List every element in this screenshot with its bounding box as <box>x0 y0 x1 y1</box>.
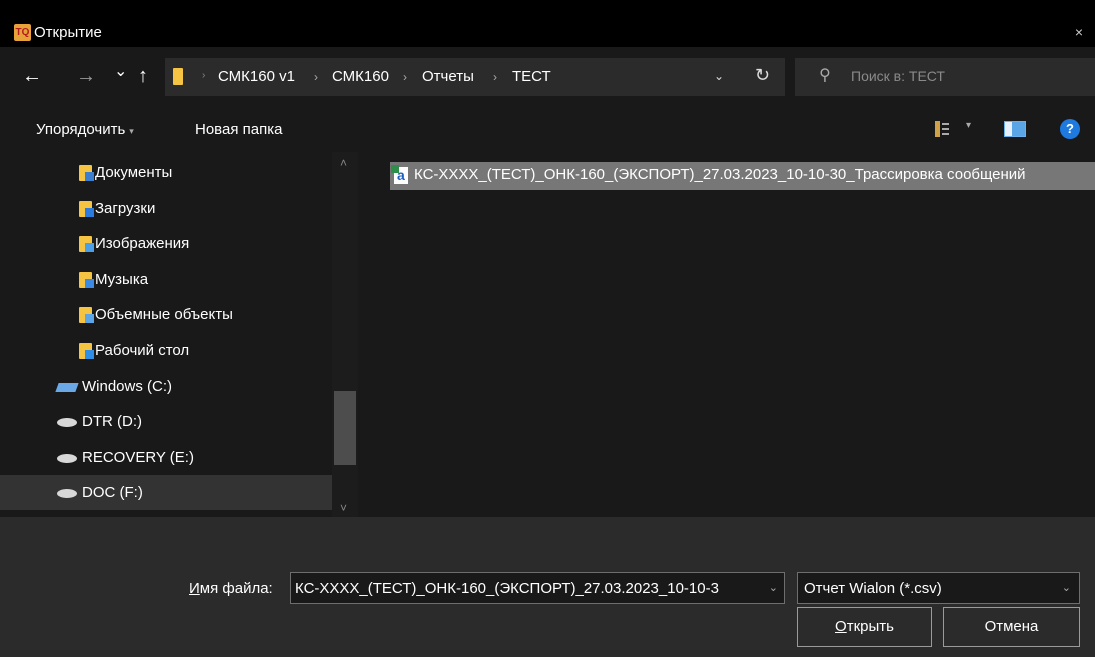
drive-icon <box>57 418 77 428</box>
sidebar-item-label: Документы <box>95 164 173 181</box>
filename-value: КС-XXXX_(ТЕСТ)_ОНК-160_(ЭКСПОРТ)_27.03.2… <box>295 580 719 597</box>
folder-icon <box>173 68 183 85</box>
scroll-thumb[interactable] <box>334 391 356 465</box>
forward-arrow-icon[interactable]: → <box>76 65 96 88</box>
search-icon: ⚲ <box>819 67 831 84</box>
breadcrumb-item[interactable]: СМК160 <box>332 68 389 85</box>
sidebar-item-label: Изображения <box>95 235 190 253</box>
sidebar-item-label: DTR (D:) <box>82 413 142 431</box>
sidebar-item-label: Загрузки <box>95 199 156 217</box>
sidebar-item-label: Рабочий стол <box>95 342 190 359</box>
open-button[interactable]: Открыть <box>797 607 932 647</box>
breadcrumb-item[interactable]: ТЕСТ <box>512 68 551 85</box>
breadcrumb-chevron-icon[interactable]: › <box>403 70 407 84</box>
filetype-value: Отчет Wialon (*.csv) <box>804 580 942 597</box>
sidebar-item-label: Музыка <box>95 270 149 288</box>
sidebar-item[interactable]: RECOVERY (E:) <box>0 440 332 475</box>
sidebar-item-label: Объемные объекты <box>95 306 233 324</box>
view-dropdown-icon[interactable]: ▾ <box>966 120 971 131</box>
title-bar: TQ Открытие × <box>0 0 1095 47</box>
sidebar-item[interactable]: Windows (C:) <box>0 369 332 404</box>
drive-icon <box>57 453 77 463</box>
address-dropdown-icon[interactable]: ⌄ <box>714 69 724 83</box>
recent-locations-chevron-icon[interactable]: ⌄ <box>114 61 127 81</box>
search-placeholder: Поиск в: ТЕСТ <box>851 68 945 84</box>
up-arrow-icon[interactable]: ↑ <box>138 65 148 88</box>
breadcrumb-chevron-icon[interactable]: › <box>314 70 318 84</box>
csv-file-icon <box>391 165 408 184</box>
sidebar-item[interactable]: Рабочий стол <box>0 333 332 368</box>
file-name: КС-XXXX_(ТЕСТ)_ОНК-160_(ЭКСПОРТ)_27.03.2… <box>414 166 1026 183</box>
close-icon[interactable]: × <box>1075 24 1083 40</box>
sidebar-item-label: Windows (C:) <box>82 377 173 395</box>
breadcrumb-chevron-icon[interactable]: › <box>493 70 497 84</box>
sidebar-item-label: DOC (F:) <box>82 484 143 502</box>
open-file-dialog: TQ Открытие × ← → ⌄ ↑ › СМК160 v1 › СМК1… <box>0 0 1095 657</box>
view-options-icon[interactable] <box>935 121 949 137</box>
address-bar[interactable]: › СМК160 v1 › СМК160 › Отчеты › ТЕСТ ⌄ ↻ <box>165 58 785 96</box>
file-item[interactable]: КС-XXXX_(ТЕСТ)_ОНК-160_(ЭКСПОРТ)_27.03.2… <box>390 162 1095 190</box>
app-icon: TQ <box>14 24 31 41</box>
new-folder-button[interactable]: Новая папка <box>195 121 282 138</box>
command-bar: Упорядочить ▾ Новая папка ▾ ? <box>0 107 1095 152</box>
chevron-down-icon[interactable]: ⌄ <box>769 581 778 594</box>
navigation-bar: ← → ⌄ ↑ › СМК160 v1 › СМК160 › Отчеты › … <box>0 47 1095 107</box>
pictures-folder-icon <box>79 236 94 253</box>
3d-objects-folder-icon <box>79 307 94 324</box>
sidebar-item[interactable]: Изображения <box>0 226 332 261</box>
breadcrumb-item[interactable]: СМК160 v1 <box>218 68 295 85</box>
breadcrumb-overflow-icon[interactable]: › <box>202 70 205 81</box>
filename-input[interactable]: КС-XXXX_(ТЕСТ)_ОНК-160_(ЭКСПОРТ)_27.03.2… <box>290 572 785 604</box>
window-title: Открытие <box>34 24 102 41</box>
sidebar-item[interactable]: Загрузки <box>0 191 332 226</box>
dialog-footer: Имя файла: КС-XXXX_(ТЕСТ)_ОНК-160_(ЭКСПО… <box>0 517 1095 657</box>
sidebar-item[interactable]: Объемные объекты <box>0 297 332 332</box>
scroll-up-icon[interactable]: ˄ <box>340 156 347 170</box>
scroll-down-icon[interactable]: ˅ <box>340 501 347 515</box>
filename-label: Имя файла: <box>189 580 273 597</box>
cancel-button[interactable]: Отмена <box>943 607 1080 647</box>
music-folder-icon <box>79 271 94 288</box>
refresh-icon[interactable]: ↻ <box>755 65 770 86</box>
documents-folder-icon <box>79 165 94 181</box>
sidebar-item[interactable]: Музыка <box>0 262 332 297</box>
filetype-select[interactable]: Отчет Wialon (*.csv) ⌄ <box>797 572 1080 604</box>
drive-icon <box>57 489 77 499</box>
file-list: КС-XXXX_(ТЕСТ)_ОНК-160_(ЭКСПОРТ)_27.03.2… <box>360 152 1095 517</box>
sidebar-item[interactable]: Документы <box>0 155 332 190</box>
breadcrumb-item[interactable]: Отчеты <box>422 68 474 85</box>
help-icon[interactable]: ? <box>1060 119 1080 139</box>
search-box[interactable]: ⚲ Поиск в: ТЕСТ <box>795 58 1095 96</box>
sidebar-item-label: RECOVERY (E:) <box>82 448 194 466</box>
navigation-pane: Документы Загрузки Изображения Музыка Объемн… <box>0 152 360 517</box>
desktop-folder-icon <box>79 343 94 359</box>
sidebar-item[interactable]: DOC (F:) <box>0 475 332 511</box>
chevron-down-icon[interactable]: ⌄ <box>1062 581 1071 594</box>
navigation-scrollbar[interactable]: ˄ ˅ <box>332 152 358 517</box>
back-arrow-icon[interactable]: ← <box>22 65 42 88</box>
downloads-folder-icon <box>79 200 94 217</box>
preview-pane-icon[interactable] <box>1004 121 1026 137</box>
organize-button[interactable]: Упорядочить ▾ <box>36 121 134 138</box>
sidebar-item[interactable]: DTR (D:) <box>0 404 332 439</box>
windows-drive-icon <box>55 382 79 392</box>
